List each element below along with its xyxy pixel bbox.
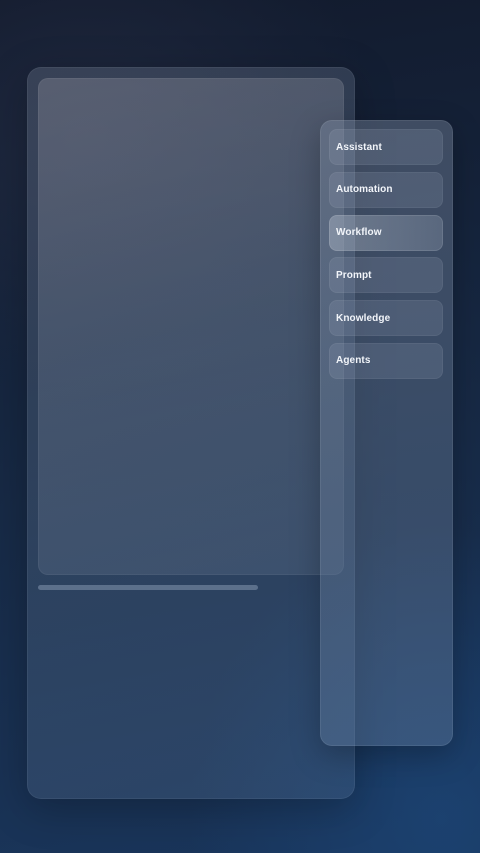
menu-item-label: Knowledge	[336, 312, 391, 324]
side-panel: Assistant Automation Workflow Prompt Kno…	[320, 120, 453, 746]
menu-item-workflow[interactable]: Workflow	[329, 214, 443, 251]
menu-item-label: Agents	[336, 355, 371, 367]
menu-item-agents[interactable]: Agents	[329, 342, 443, 379]
content-preview[interactable]	[38, 78, 344, 575]
menu-item-label: Prompt	[336, 269, 372, 281]
menu-item-label: Workflow	[336, 227, 382, 239]
menu-item-assistant[interactable]: Assistant	[329, 129, 443, 165]
side-menu: Assistant Automation Workflow Prompt Kno…	[329, 129, 443, 386]
menu-item-automation[interactable]: Automation	[329, 171, 443, 208]
main-card	[27, 67, 355, 799]
menu-item-prompt[interactable]: Prompt	[329, 257, 443, 294]
loading-bar	[38, 585, 258, 590]
menu-item-label: Automation	[336, 184, 393, 196]
menu-item-knowledge[interactable]: Knowledge	[329, 300, 443, 337]
menu-item-label: Assistant	[336, 141, 382, 153]
